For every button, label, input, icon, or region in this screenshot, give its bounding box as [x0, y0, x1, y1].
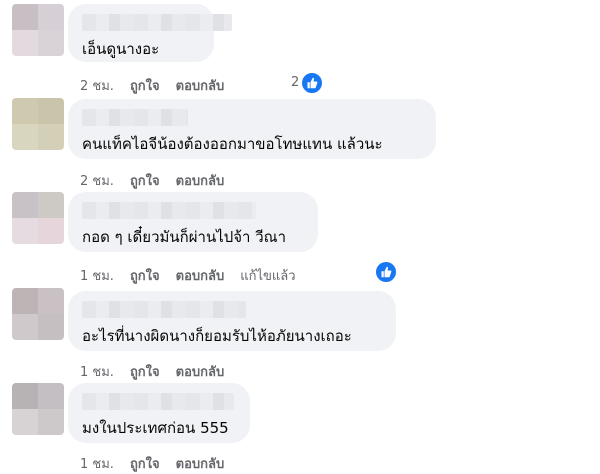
comment-bubble: มงในประเทศก่อน 555: [68, 383, 250, 443]
avatar[interactable]: [12, 98, 64, 150]
like-link[interactable]: ถูกใจ: [130, 265, 160, 286]
comment-meta: 1 ชม. ถูกใจ ตอบกลับ แก้ไขแล้ว: [80, 265, 312, 286]
comment-bubble: เอ็นดูนางอะ: [68, 4, 232, 62]
comment-text: เอ็นดูนางอะ: [82, 40, 160, 58]
edited-label: แก้ไขแล้ว: [240, 269, 296, 284]
comment-text: กอด ๆ เดี๋ยวมันก็ผ่านไปจ้า วีณา: [82, 228, 287, 246]
thumbs-up-icon[interactable]: [375, 261, 397, 283]
comment-text: คนแท็คไอจีน้องต้องออกมาขอโทษแทน แล้วนะ: [82, 135, 383, 153]
comment-bubble: คนแท็คไอจีน้องต้องออกมาขอโทษแทน แล้วนะ: [68, 99, 436, 159]
commenter-name[interactable]: [82, 301, 246, 318]
like-link[interactable]: ถูกใจ: [130, 75, 160, 96]
commenter-name[interactable]: [82, 14, 232, 31]
avatar[interactable]: [12, 4, 64, 56]
comment-meta: 2 ชม. ถูกใจ ตอบกลับ: [80, 170, 240, 191]
comment-time[interactable]: 2 ชม.: [80, 170, 114, 191]
comment-text: อะไรที่นางผิดนางก็ยอมรับไห้อภัยนางเถอะ: [82, 327, 352, 345]
commenter-name[interactable]: [82, 202, 256, 219]
commenter-name[interactable]: [82, 393, 234, 410]
comment-meta: 2 ชม. ถูกใจ ตอบกลับ: [80, 75, 240, 96]
reaction-count[interactable]: 2: [291, 75, 299, 90]
comment-text: มงในประเทศก่อน 555: [82, 419, 229, 437]
thumbs-up-icon[interactable]: [301, 72, 323, 94]
comment-bubble: กอด ๆ เดี๋ยวมันก็ผ่านไปจ้า วีณา: [68, 192, 318, 252]
comment-time[interactable]: 1 ชม.: [80, 361, 114, 382]
avatar[interactable]: [12, 383, 64, 435]
avatar[interactable]: [12, 288, 64, 340]
commenter-name[interactable]: [82, 109, 188, 126]
comment-time[interactable]: 1 ชม.: [80, 265, 114, 286]
reply-link[interactable]: ตอบกลับ: [176, 75, 225, 96]
comment-bubble: อะไรที่นางผิดนางก็ยอมรับไห้อภัยนางเถอะ: [68, 291, 396, 351]
like-link[interactable]: ถูกใจ: [130, 361, 160, 382]
comment-meta: 1 ชม. ถูกใจ ตอบกลับ: [80, 361, 240, 382]
like-link[interactable]: ถูกใจ: [130, 170, 160, 191]
avatar[interactable]: [12, 192, 64, 244]
reply-link[interactable]: ตอบกลับ: [176, 361, 225, 382]
reply-link[interactable]: ตอบกลับ: [176, 265, 225, 286]
reply-link[interactable]: ตอบกลับ: [176, 170, 225, 191]
comment-time[interactable]: 2 ชม.: [80, 75, 114, 96]
